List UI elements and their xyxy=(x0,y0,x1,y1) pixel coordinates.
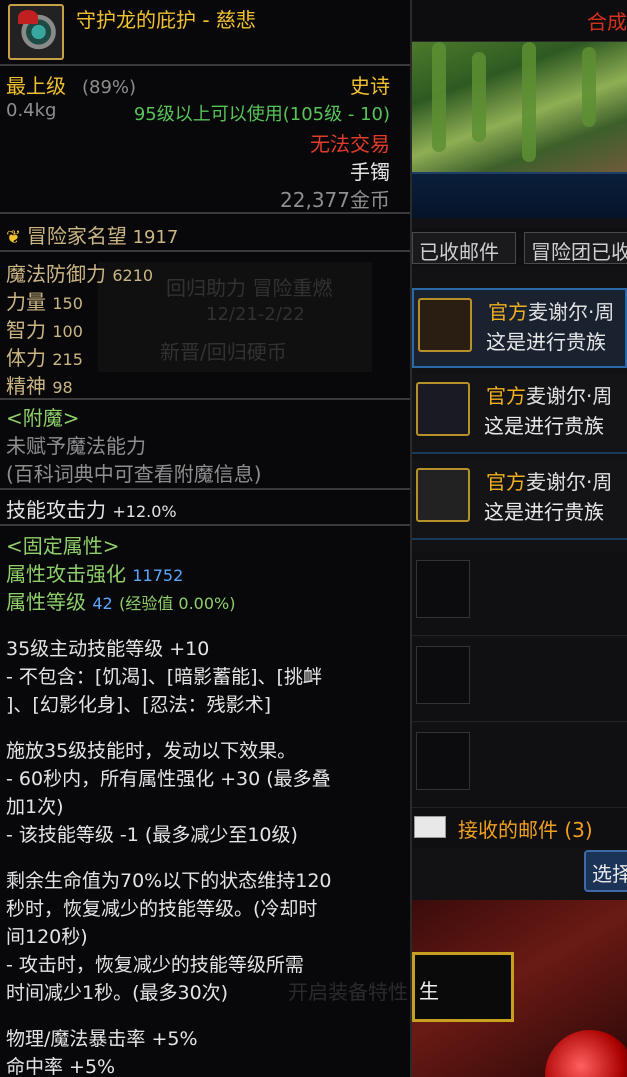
banner-art xyxy=(412,42,627,172)
fame-icon: ❦ xyxy=(6,227,22,248)
level-requirement: 95级以上可以使用(105级 - 10) xyxy=(133,104,390,125)
tab-received-mail[interactable]: 已收邮件 xyxy=(412,232,516,264)
mail-sender: 麦谢尔·周 xyxy=(528,300,615,324)
desc-line: 物理/魔法暴击率 +5% xyxy=(6,1028,198,1050)
equipment-feature-ghost: 开启装备特性 xyxy=(288,980,408,1004)
fame-value: 1917 xyxy=(132,227,179,248)
desc-line: 加1次) xyxy=(6,796,64,818)
mail-item[interactable]: 官方麦谢尔·周 这是进行贵族 xyxy=(412,288,627,368)
event-banner-date-ghost: 12/21-2/22 xyxy=(206,304,305,325)
right-top-bar: 合成 xyxy=(412,0,627,42)
helmet-icon xyxy=(418,298,472,352)
desc-line: 时间减少1秒。(最多30次) xyxy=(6,982,229,1004)
select-button[interactable]: 选择 xyxy=(584,850,627,892)
attribute-level: 属性等级 42 (经验值 0.00%) xyxy=(6,590,236,614)
event-banner-ghost: 回归助力 冒险重燃 xyxy=(166,276,333,300)
mail-tabs: 已收邮件 冒险团已收 xyxy=(412,228,627,266)
desc-line: - 60秒内，所有属性强化 +30 (最多叠 xyxy=(6,768,331,790)
feature-box[interactable]: 生 xyxy=(412,952,514,1022)
headphone-icon xyxy=(416,468,470,522)
desc-line: - 该技能等级 -1 (最多减少至10级) xyxy=(6,824,298,846)
item-type: 手镯 xyxy=(350,160,390,184)
mail-preview: 这是进行贵族 xyxy=(486,330,606,354)
received-mail-label: 接收的邮件 (3) xyxy=(458,818,593,842)
armor-icon xyxy=(416,382,470,436)
mail-sender: 麦谢尔·周 xyxy=(526,384,613,408)
empty-mail-slot[interactable] xyxy=(412,638,627,722)
item-price: 22,377金币 xyxy=(280,188,390,212)
official-tag: 官方 xyxy=(486,384,526,408)
enchant-hint: (百科词典中可查看附魔信息) xyxy=(6,462,262,486)
stat-row: 智力 100 xyxy=(6,318,83,342)
item-weight: 0.4kg xyxy=(6,100,57,121)
desc-line: - 不包含：[饥渴]、[暗影蓄能]、[挑衅 xyxy=(6,666,322,688)
synthesis-label[interactable]: 合成 xyxy=(587,6,627,35)
desc-line: 剩余生命值为70%以下的状态维持120 xyxy=(6,870,332,892)
mail-preview: 这是进行贵族 xyxy=(484,500,604,524)
item-grade: 最上级 xyxy=(6,74,66,98)
desc-line: 间120秒) xyxy=(6,926,88,948)
event-banner-coin-ghost: 新晋/回归硬币 xyxy=(160,340,287,364)
grade-percent: (89%) xyxy=(82,77,137,98)
item-name: 守护龙的庇护 - 慈悲 xyxy=(76,8,256,32)
stat-row: 体力 215 xyxy=(6,346,83,370)
stat-row: 力量 150 xyxy=(6,290,83,314)
official-tag: 官方 xyxy=(486,470,526,494)
fixed-attr-header: <固定属性> xyxy=(6,534,120,558)
empty-mail-slot[interactable] xyxy=(412,552,627,636)
trade-status: 无法交易 xyxy=(310,132,390,156)
envelope-icon xyxy=(414,816,446,838)
item-tooltip: 回归助力 冒险重燃 12/21-2/22 新晋/回归硬币 开启装备特性 守护龙的… xyxy=(0,0,412,1077)
enchant-header: <附魔> xyxy=(6,406,80,430)
desc-line: 施放35级技能时，发动以下效果。 xyxy=(6,740,297,762)
empty-mail-slot[interactable] xyxy=(412,724,627,808)
mail-sender: 麦谢尔·周 xyxy=(526,470,613,494)
desc-line: 秒时，恢复减少的技能等级。(冷却时 xyxy=(6,898,318,920)
desc-line: ]、[幻影化身]、[忍法：残影术] xyxy=(6,694,272,716)
stat-row: 精神 98 xyxy=(6,374,73,398)
mail-item[interactable]: 官方麦谢尔·周 这是进行贵族 xyxy=(412,374,627,454)
official-tag: 官方 xyxy=(488,300,528,324)
desc-line: 35级主动技能等级 +10 xyxy=(6,638,210,660)
bracelet-item-icon xyxy=(8,4,64,60)
fame-label: 冒险家名望 xyxy=(26,224,127,248)
mail-preview: 这是进行贵族 xyxy=(484,414,604,438)
desc-line: 命中率 +5% xyxy=(6,1056,116,1077)
received-mail-header: 接收的邮件 (3) xyxy=(412,808,627,848)
enchant-empty: 未赋予魔法能力 xyxy=(6,434,146,458)
mail-item[interactable]: 官方麦谢尔·周 这是进行贵族 xyxy=(412,460,627,540)
element-enhance: 属性攻击强化 11752 xyxy=(6,562,184,586)
desc-line: - 攻击时，恢复减少的技能等级所需 xyxy=(6,954,304,976)
blue-bar xyxy=(412,172,627,218)
item-rarity: 史诗 xyxy=(350,74,390,98)
stat-row: 魔法防御力 6210 xyxy=(6,262,154,286)
tab-guild-mail[interactable]: 冒险团已收 xyxy=(524,232,627,264)
skill-attack: 技能攻击力 +12.0% xyxy=(6,498,177,522)
